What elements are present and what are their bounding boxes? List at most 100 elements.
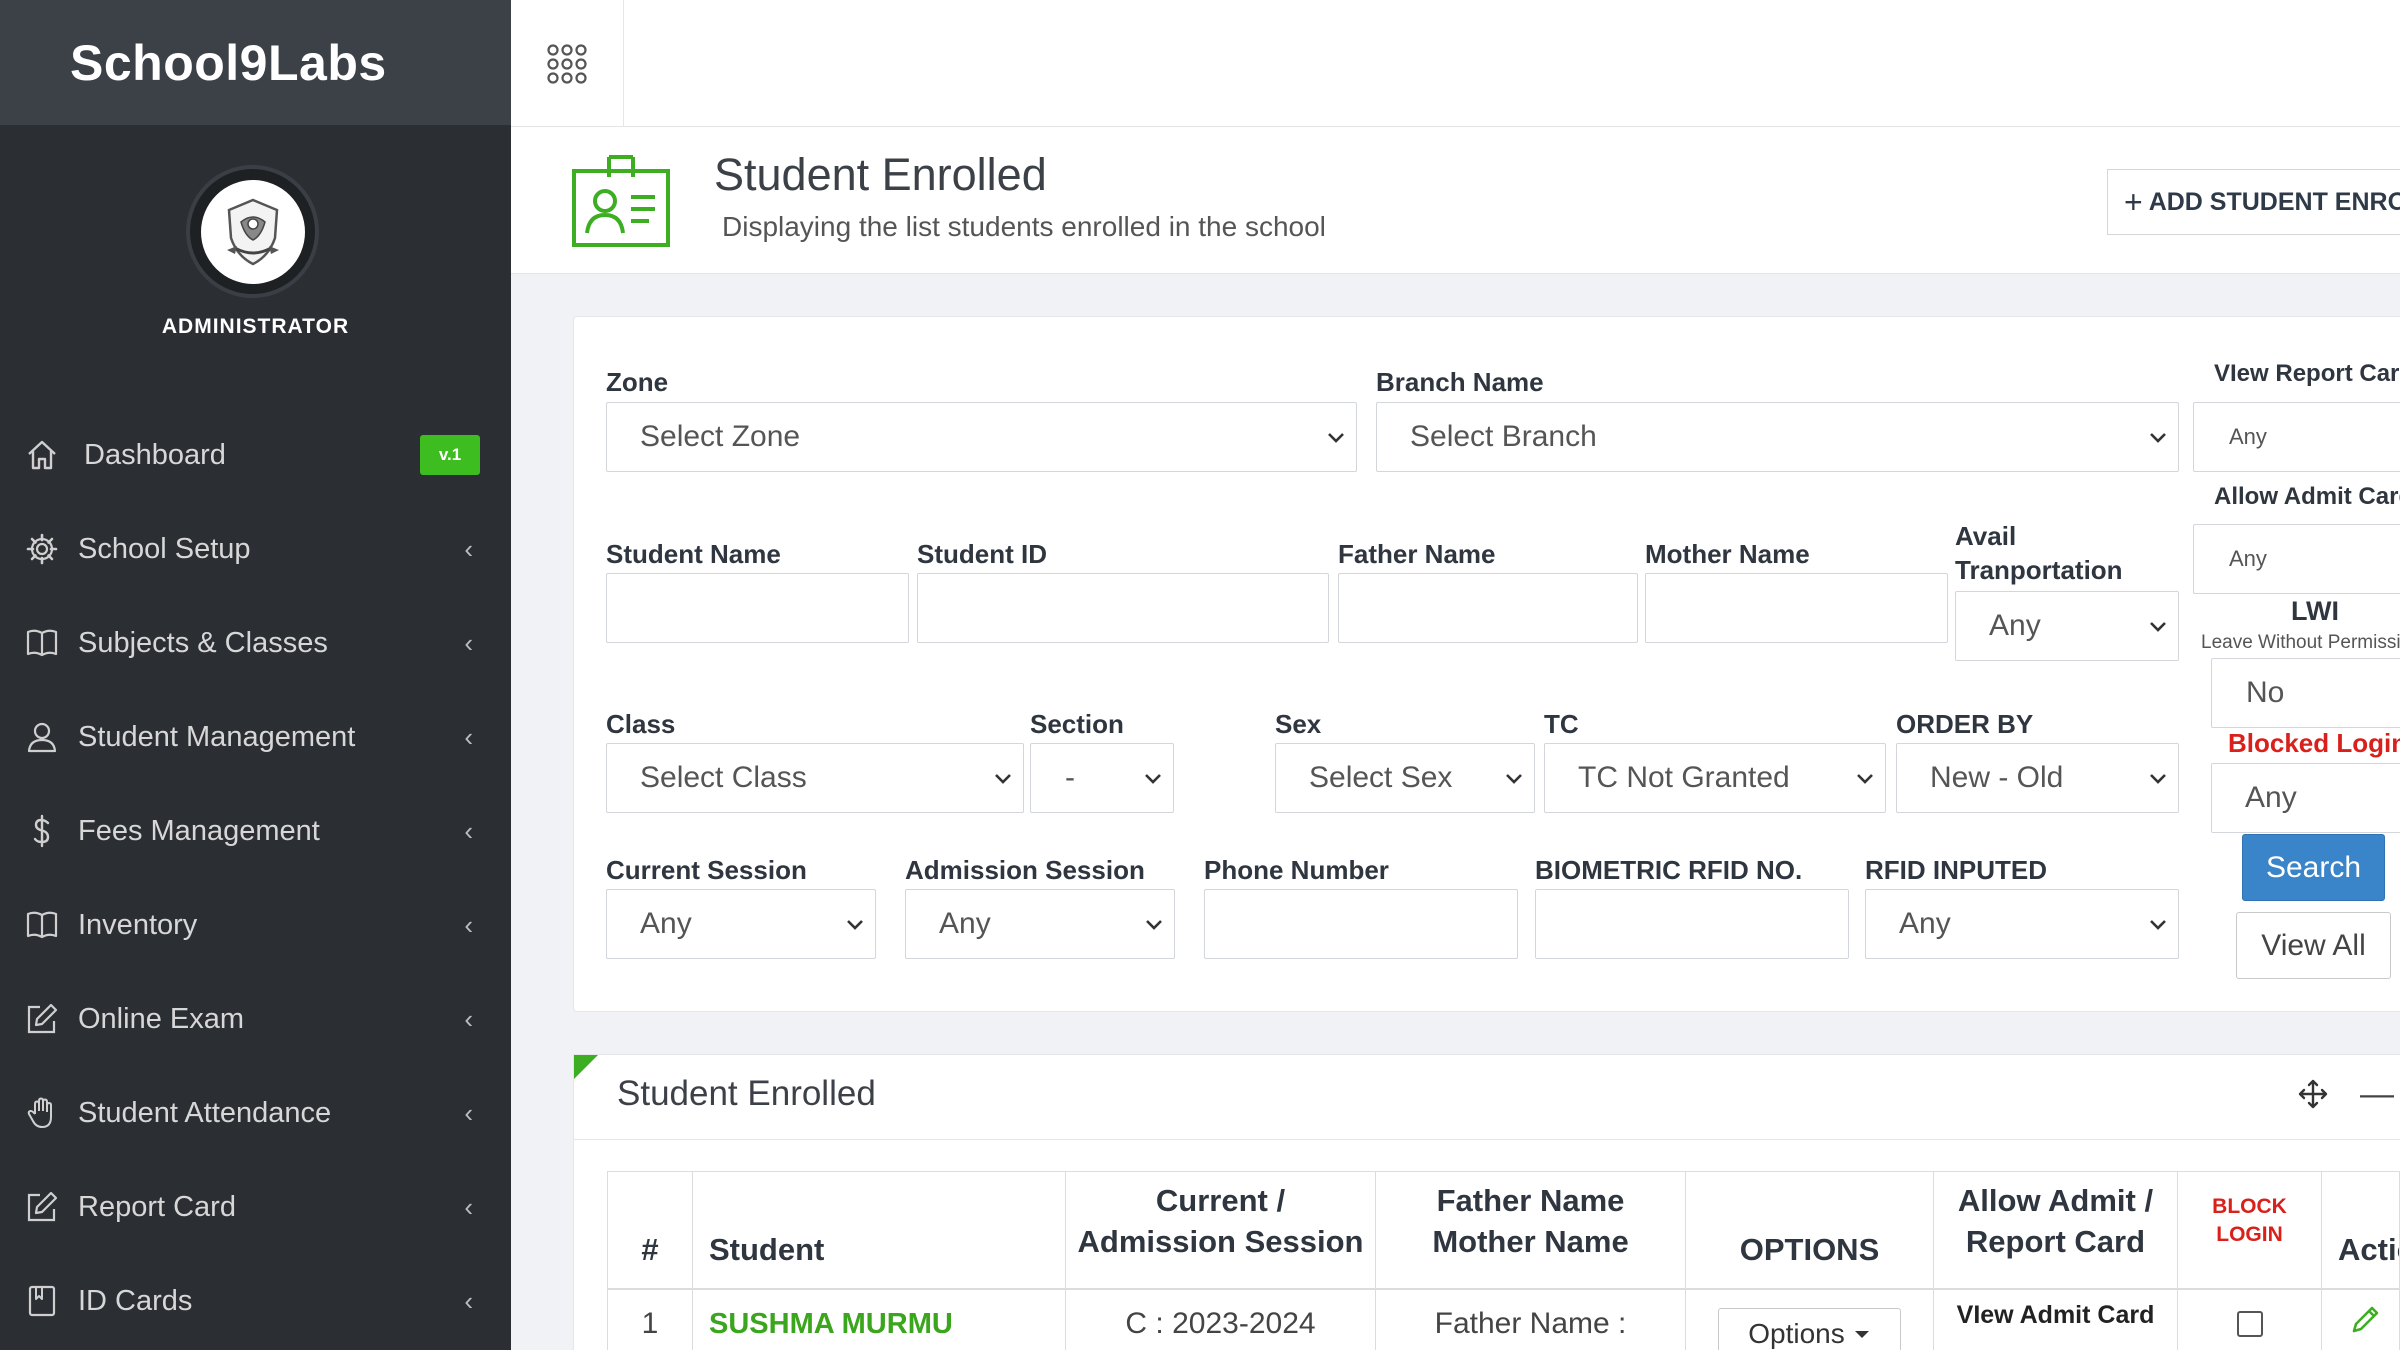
sidebar-item-online-exam[interactable]: Online Exam ‹ xyxy=(0,972,511,1066)
student-id-label: Student ID xyxy=(917,539,1047,569)
column-header-block-login: BLOCK LOGIN xyxy=(2177,1171,2322,1289)
sidebar-item-subjects-classes[interactable]: Subjects & Classes ‹ xyxy=(0,596,511,690)
sidebar-item-label: Online Exam xyxy=(78,1002,245,1035)
edit-pencil-icon[interactable] xyxy=(2350,1305,2380,1343)
sidebar-item-label: Subjects & Classes xyxy=(78,626,328,659)
column-header-label: BLOCK xyxy=(2212,1195,2287,1218)
view-admit-card-link[interactable]: VIew Admit Card xyxy=(1957,1301,2155,1330)
sidebar-item-student-attendance[interactable]: Student Attendance ‹ xyxy=(0,1066,511,1160)
phone-number-input[interactable] xyxy=(1204,889,1518,959)
page-header: Student Enrolled Displaying the list stu… xyxy=(511,127,2400,274)
sidebar-item-school-setup[interactable]: School Setup ‹ xyxy=(0,502,511,596)
allow-admit-card-select[interactable]: Any xyxy=(2193,524,2400,594)
version-badge: v.1 xyxy=(420,435,480,475)
student-name-label: Student Name xyxy=(606,539,781,569)
branch-select[interactable]: Select Branch xyxy=(1376,402,2179,472)
cell-student: SUSHMA MURMU xyxy=(692,1289,1066,1350)
lwi-value: No xyxy=(2246,676,2285,709)
sidebar: School9Labs ADMINISTRATOR Dashboard v.1 xyxy=(0,0,511,1350)
order-by-value: New - Old xyxy=(1930,761,2064,794)
sidebar-item-label: Inventory xyxy=(78,908,198,941)
corner-accent xyxy=(574,1055,598,1079)
zone-select[interactable]: Select Zone xyxy=(606,402,1357,472)
sidebar-item-dashboard[interactable]: Dashboard v.1 xyxy=(0,408,511,502)
order-by-select[interactable]: New - Old xyxy=(1896,743,2179,813)
chevron-left-icon: ‹ xyxy=(464,1097,473,1128)
lwi-sublabel: Leave Without Permission xyxy=(2201,632,2400,653)
sex-label: Sex xyxy=(1275,709,1322,739)
student-name-input[interactable] xyxy=(606,573,909,643)
current-session-select[interactable]: Any xyxy=(606,889,876,959)
book-icon xyxy=(24,907,60,943)
column-header-label: Admission Session xyxy=(1077,1224,1364,1259)
view-report-card-value: Any xyxy=(2229,424,2267,449)
avatar[interactable] xyxy=(186,165,319,298)
section-select[interactable]: - xyxy=(1030,743,1174,813)
rfid-inputed-value: Any xyxy=(1899,907,1951,940)
edit-icon xyxy=(24,1189,60,1225)
block-login-checkbox[interactable] xyxy=(2236,1311,2263,1337)
avail-transport-value: Any xyxy=(1989,609,2041,642)
chevron-down-icon xyxy=(995,774,1011,784)
add-button-label: ADD STUDENT ENROLLMENT xyxy=(2148,187,2400,216)
current-session-value: Any xyxy=(640,907,692,940)
cell-index: 1 xyxy=(607,1289,693,1350)
section-select-value: - xyxy=(1065,761,1075,794)
school-crest-icon xyxy=(200,179,305,284)
mother-name-input[interactable] xyxy=(1645,573,1948,643)
column-header-label: Action xyxy=(2338,1232,2399,1267)
move-icon[interactable] xyxy=(2298,1079,2328,1114)
chevron-down-icon xyxy=(2150,622,2166,632)
page-subtitle: Displaying the list students enrolled in… xyxy=(722,211,1326,242)
tc-label: TC xyxy=(1544,709,1579,739)
brand-logo-text[interactable]: School9Labs xyxy=(70,34,387,92)
class-select[interactable]: Select Class xyxy=(606,743,1024,813)
sidebar-item-label: Fees Management xyxy=(78,814,320,847)
apps-grid-icon xyxy=(547,43,587,84)
biometric-rfid-input[interactable] xyxy=(1535,889,1849,959)
order-by-label: ORDER BY xyxy=(1896,709,2034,739)
current-session-label: Current Session xyxy=(606,855,807,885)
sidebar-item-fees-management[interactable]: Fees Management ‹ xyxy=(0,784,511,878)
chevron-left-icon: ‹ xyxy=(464,627,473,658)
cell-options: Options xyxy=(1685,1289,1934,1350)
minimize-icon[interactable]: — xyxy=(2360,1075,2394,1114)
gear-icon xyxy=(24,531,60,567)
chevron-left-icon: ‹ xyxy=(464,909,473,940)
sidebar-item-student-management[interactable]: Student Management ‹ xyxy=(0,690,511,784)
sidebar-item-label: Student Attendance xyxy=(78,1096,332,1129)
cell-session: C : 2023-2024 xyxy=(1065,1289,1376,1350)
student-id-input[interactable] xyxy=(917,573,1329,643)
chevron-down-icon xyxy=(1146,920,1162,930)
divider xyxy=(574,1139,2400,1140)
add-student-enrollment-button[interactable]: + ADD STUDENT ENROLLMENT xyxy=(2107,169,2400,235)
blocked-login-select[interactable]: Any xyxy=(2211,763,2400,833)
tc-select[interactable]: TC Not Granted xyxy=(1544,743,1886,813)
student-name-link[interactable]: SUSHMA MURMU xyxy=(709,1308,953,1341)
cell-action xyxy=(2321,1289,2400,1350)
sidebar-item-inventory[interactable]: Inventory ‹ xyxy=(0,878,511,972)
column-header-label: Mother Name xyxy=(1432,1224,1629,1259)
chevron-down-icon xyxy=(847,920,863,930)
apps-grid-button[interactable] xyxy=(511,0,624,127)
plus-icon: + xyxy=(2124,183,2143,220)
column-header-label: Current / xyxy=(1155,1183,1286,1218)
father-name-input[interactable] xyxy=(1338,573,1638,643)
avail-transport-select[interactable]: Any xyxy=(1955,591,2179,661)
column-header-label: Report Card xyxy=(1965,1224,2146,1259)
admission-session-select[interactable]: Any xyxy=(905,889,1175,959)
search-button[interactable]: Search xyxy=(2242,834,2385,901)
view-all-button[interactable]: View All xyxy=(2236,912,2391,979)
sex-select[interactable]: Select Sex xyxy=(1275,743,1535,813)
father-name-label: Father Name xyxy=(1338,539,1496,569)
sidebar-item-id-cards[interactable]: ID Cards ‹ xyxy=(0,1254,511,1348)
column-header-index: # xyxy=(607,1171,693,1289)
options-dropdown-button[interactable]: Options xyxy=(1718,1308,1901,1350)
avail-transport-label-line1: Avail xyxy=(1955,521,2017,551)
rfid-inputed-select[interactable]: Any xyxy=(1865,889,2179,959)
view-report-card-select[interactable]: Any xyxy=(2193,402,2400,472)
column-header-admit-report: Allow Admit / Report Card xyxy=(1933,1171,2178,1289)
lwi-select[interactable]: No xyxy=(2211,658,2400,728)
column-header-label: # xyxy=(641,1232,659,1267)
sidebar-item-report-card[interactable]: Report Card ‹ xyxy=(0,1160,511,1254)
